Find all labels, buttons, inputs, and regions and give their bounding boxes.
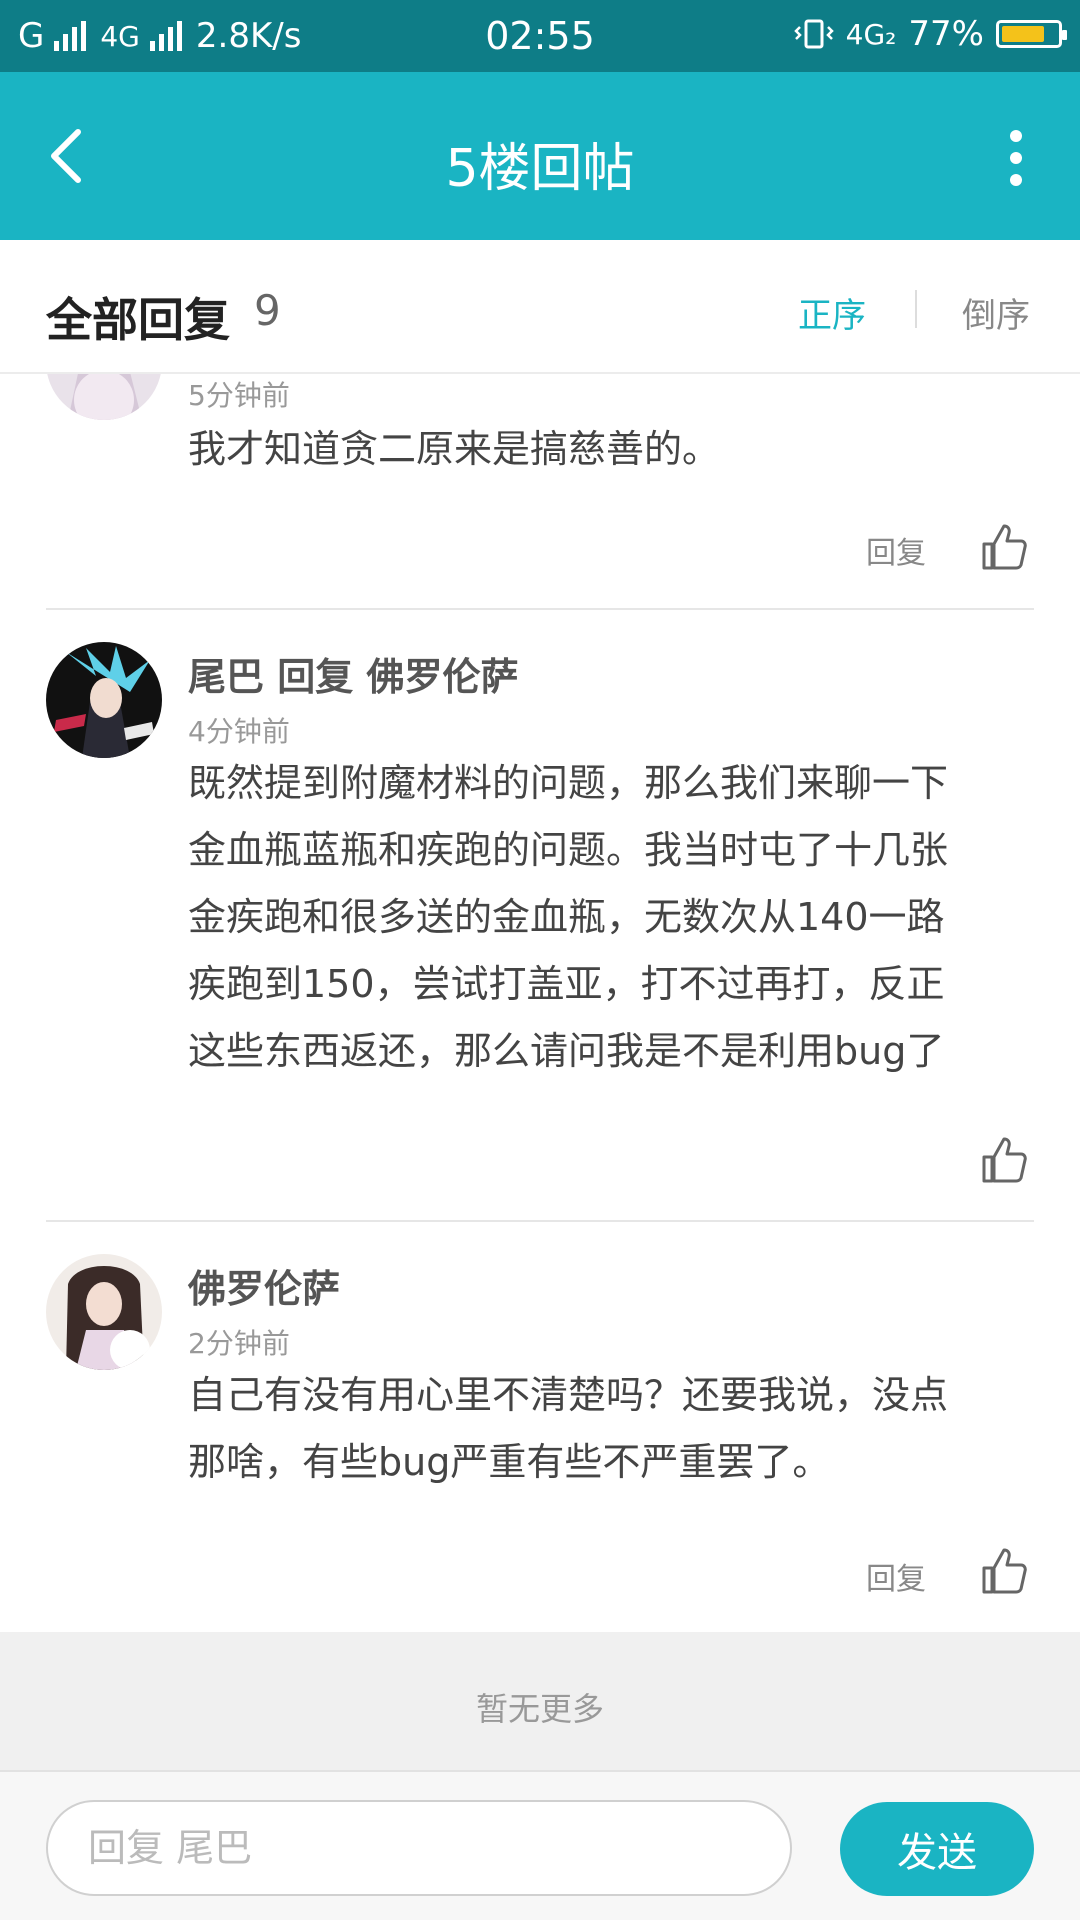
reply-line: 自己有没有用心里不清楚吗？还要我说，没点: [188, 1373, 949, 1417]
more-icon[interactable]: [1004, 130, 1028, 186]
status-right: 4G₂ 77%: [793, 14, 1067, 54]
reply-username[interactable]: 尾巴 回复 佛罗伦萨: [188, 646, 518, 701]
battery-percent: 77%: [908, 14, 984, 54]
reply-line: 那啥，有些bug严重有些不严重罢了。: [188, 1440, 831, 1484]
battery-fill: [1002, 26, 1044, 42]
reply-time: 2分钟前: [188, 1327, 290, 1360]
sort-asc-button[interactable]: 正序: [798, 288, 866, 337]
status-bar: G 4G 2.8K/s 02:55 4G₂ 77%: [0, 0, 1080, 72]
reply-line: 这些东西返还，那么请问我是不是利用bug了: [188, 1029, 945, 1073]
reply-count: 9: [254, 286, 281, 335]
reply-button[interactable]: 回复: [866, 528, 926, 572]
reply-content: 自己有没有用心里不清楚吗？还要我说，没点 那啥，有些bug严重有些不严重罢了。: [188, 1362, 1038, 1496]
sort-divider: [915, 290, 917, 328]
page-title: 5楼回帖: [445, 139, 635, 199]
reply-time: 4分钟前: [188, 715, 290, 748]
reply-line: 金疾跑和很多送的金血瓶，无数次从140一路: [188, 895, 945, 939]
reply-item: 尾巴 回复 佛罗伦萨 4分钟前 既然提到附魔材料的问题，那么我们来聊一下 金血瓶…: [0, 642, 1080, 1254]
reply-line: 金血瓶蓝瓶和疾跑的问题。我当时屯了十几张: [188, 828, 949, 872]
reply-line: 既然提到附魔材料的问题，那么我们来聊一下: [188, 761, 949, 805]
avatar[interactable]: [46, 1254, 162, 1370]
vibrate-icon: [793, 19, 834, 49]
avatar[interactable]: [46, 374, 162, 420]
replies-header: 全部回复 9 正序 倒序: [0, 240, 1080, 374]
reply-separator: [46, 608, 1034, 610]
reply-username[interactable]: 佛罗伦萨: [188, 1258, 340, 1313]
reply-list[interactable]: 5分钟前 我才知道贪二原来是搞慈善的。 回复 尾巴 回复 佛罗伦萨 4分钟前 既…: [0, 374, 1080, 1632]
reply-line: 疾跑到150，尝试打盖亚，打不过再打，反正: [188, 962, 945, 1006]
reply-time: 5分钟前: [188, 379, 290, 412]
reply-input[interactable]: [46, 1800, 792, 1896]
battery-icon: [996, 20, 1067, 48]
thumbs-up-icon[interactable]: [980, 1546, 1028, 1596]
reply-separator: [46, 1220, 1034, 1222]
thumbs-up-icon[interactable]: [980, 1135, 1028, 1185]
no-more-footer: 暂无更多: [0, 1632, 1080, 1770]
no-more-text: 暂无更多: [475, 1690, 604, 1728]
send-button[interactable]: 发送: [840, 1802, 1034, 1896]
network-right-label: 4G₂: [845, 17, 897, 51]
reply-content: 既然提到附魔材料的问题，那么我们来聊一下 金血瓶蓝瓶和疾跑的问题。我当时屯了十几…: [188, 750, 1038, 1085]
avatar[interactable]: [46, 642, 162, 758]
reply-input-bar: 发送: [0, 1770, 1080, 1920]
reply-content: 我才知道贪二原来是搞慈善的。: [188, 416, 1038, 483]
reply-line: 我才知道贪二原来是搞慈善的。: [188, 427, 721, 471]
reply-button[interactable]: 回复: [866, 1554, 926, 1598]
thumbs-up-icon[interactable]: [980, 522, 1028, 572]
title-bar: 5楼回帖: [0, 72, 1080, 240]
sort-desc-button[interactable]: 倒序: [962, 288, 1030, 337]
all-replies-title: 全部回复: [46, 293, 230, 347]
reply-item: 佛罗伦萨 2分钟前 自己有没有用心里不清楚吗？还要我说，没点 那啥，有些bug严…: [0, 1254, 1080, 1632]
